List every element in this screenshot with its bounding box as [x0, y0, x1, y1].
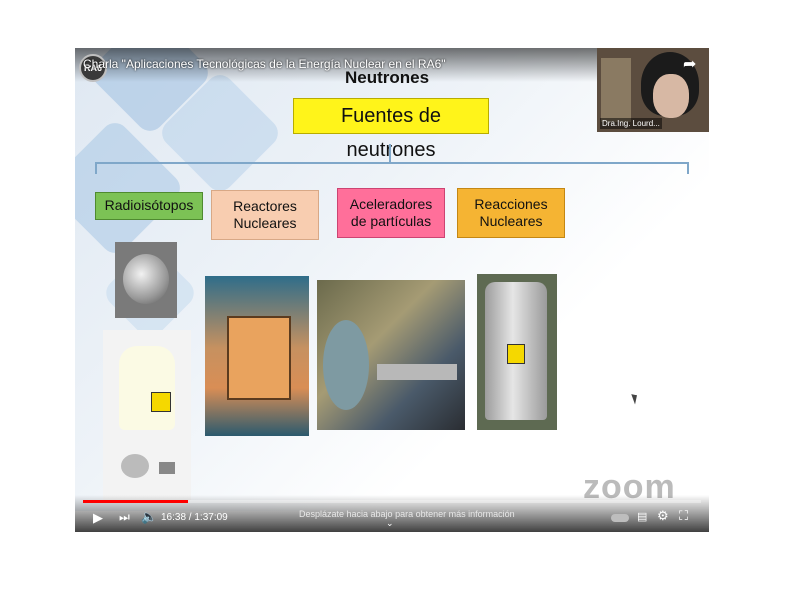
bracket-bar [95, 162, 689, 164]
participant-video[interactable]: ➦ Dra.Ing. Lourd... [597, 48, 709, 132]
slide-heading: Neutrones [345, 68, 430, 87]
accelerator-photo [317, 280, 465, 430]
main-category-box: Fuentes de neutrones [293, 98, 489, 161]
participant-name: Dra.Ing. Lourd... [600, 118, 662, 129]
play-icon[interactable]: ▶ [93, 510, 103, 526]
autoplay-toggle[interactable] [611, 514, 629, 522]
volume-icon[interactable]: 🔈 [141, 509, 157, 525]
progress-played [83, 500, 189, 503]
bracket-left-end [95, 162, 97, 174]
reactor-photo [205, 276, 309, 436]
neutron-generator-photo [477, 274, 557, 430]
scroll-hint: Desplázate hacia abajo para obtener más … [299, 509, 515, 519]
subtitles-icon[interactable]: ▤ [637, 510, 647, 523]
category-radioisotopos: Radioisótopos [95, 192, 203, 220]
radioisotope-container-photo [103, 330, 191, 500]
bracket-stem [389, 144, 391, 162]
share-icon[interactable]: ➦ [683, 56, 701, 74]
fullscreen-icon[interactable]: ⛶ [679, 508, 688, 524]
mouse-cursor-icon [631, 392, 640, 405]
radioisotope-sphere-photo [115, 242, 177, 318]
next-icon[interactable]: ⏭ [119, 510, 130, 525]
progress-bar[interactable] [83, 500, 701, 503]
category-reactores: Reactores Nucleares [211, 190, 319, 240]
category-reacciones: Reacciones Nucleares [457, 188, 565, 238]
bracket-right-end [687, 162, 689, 174]
category-aceleradores: Aceleradores de partículas [337, 188, 445, 238]
time-display: 16:38 / 1:37:09 [161, 512, 228, 523]
video-player[interactable]: RA6 Charla "Aplicaciones Tecnológicas de… [75, 48, 709, 532]
gear-icon[interactable]: ⚙ [657, 508, 669, 524]
chevron-down-icon[interactable]: ⌄ [386, 518, 394, 529]
